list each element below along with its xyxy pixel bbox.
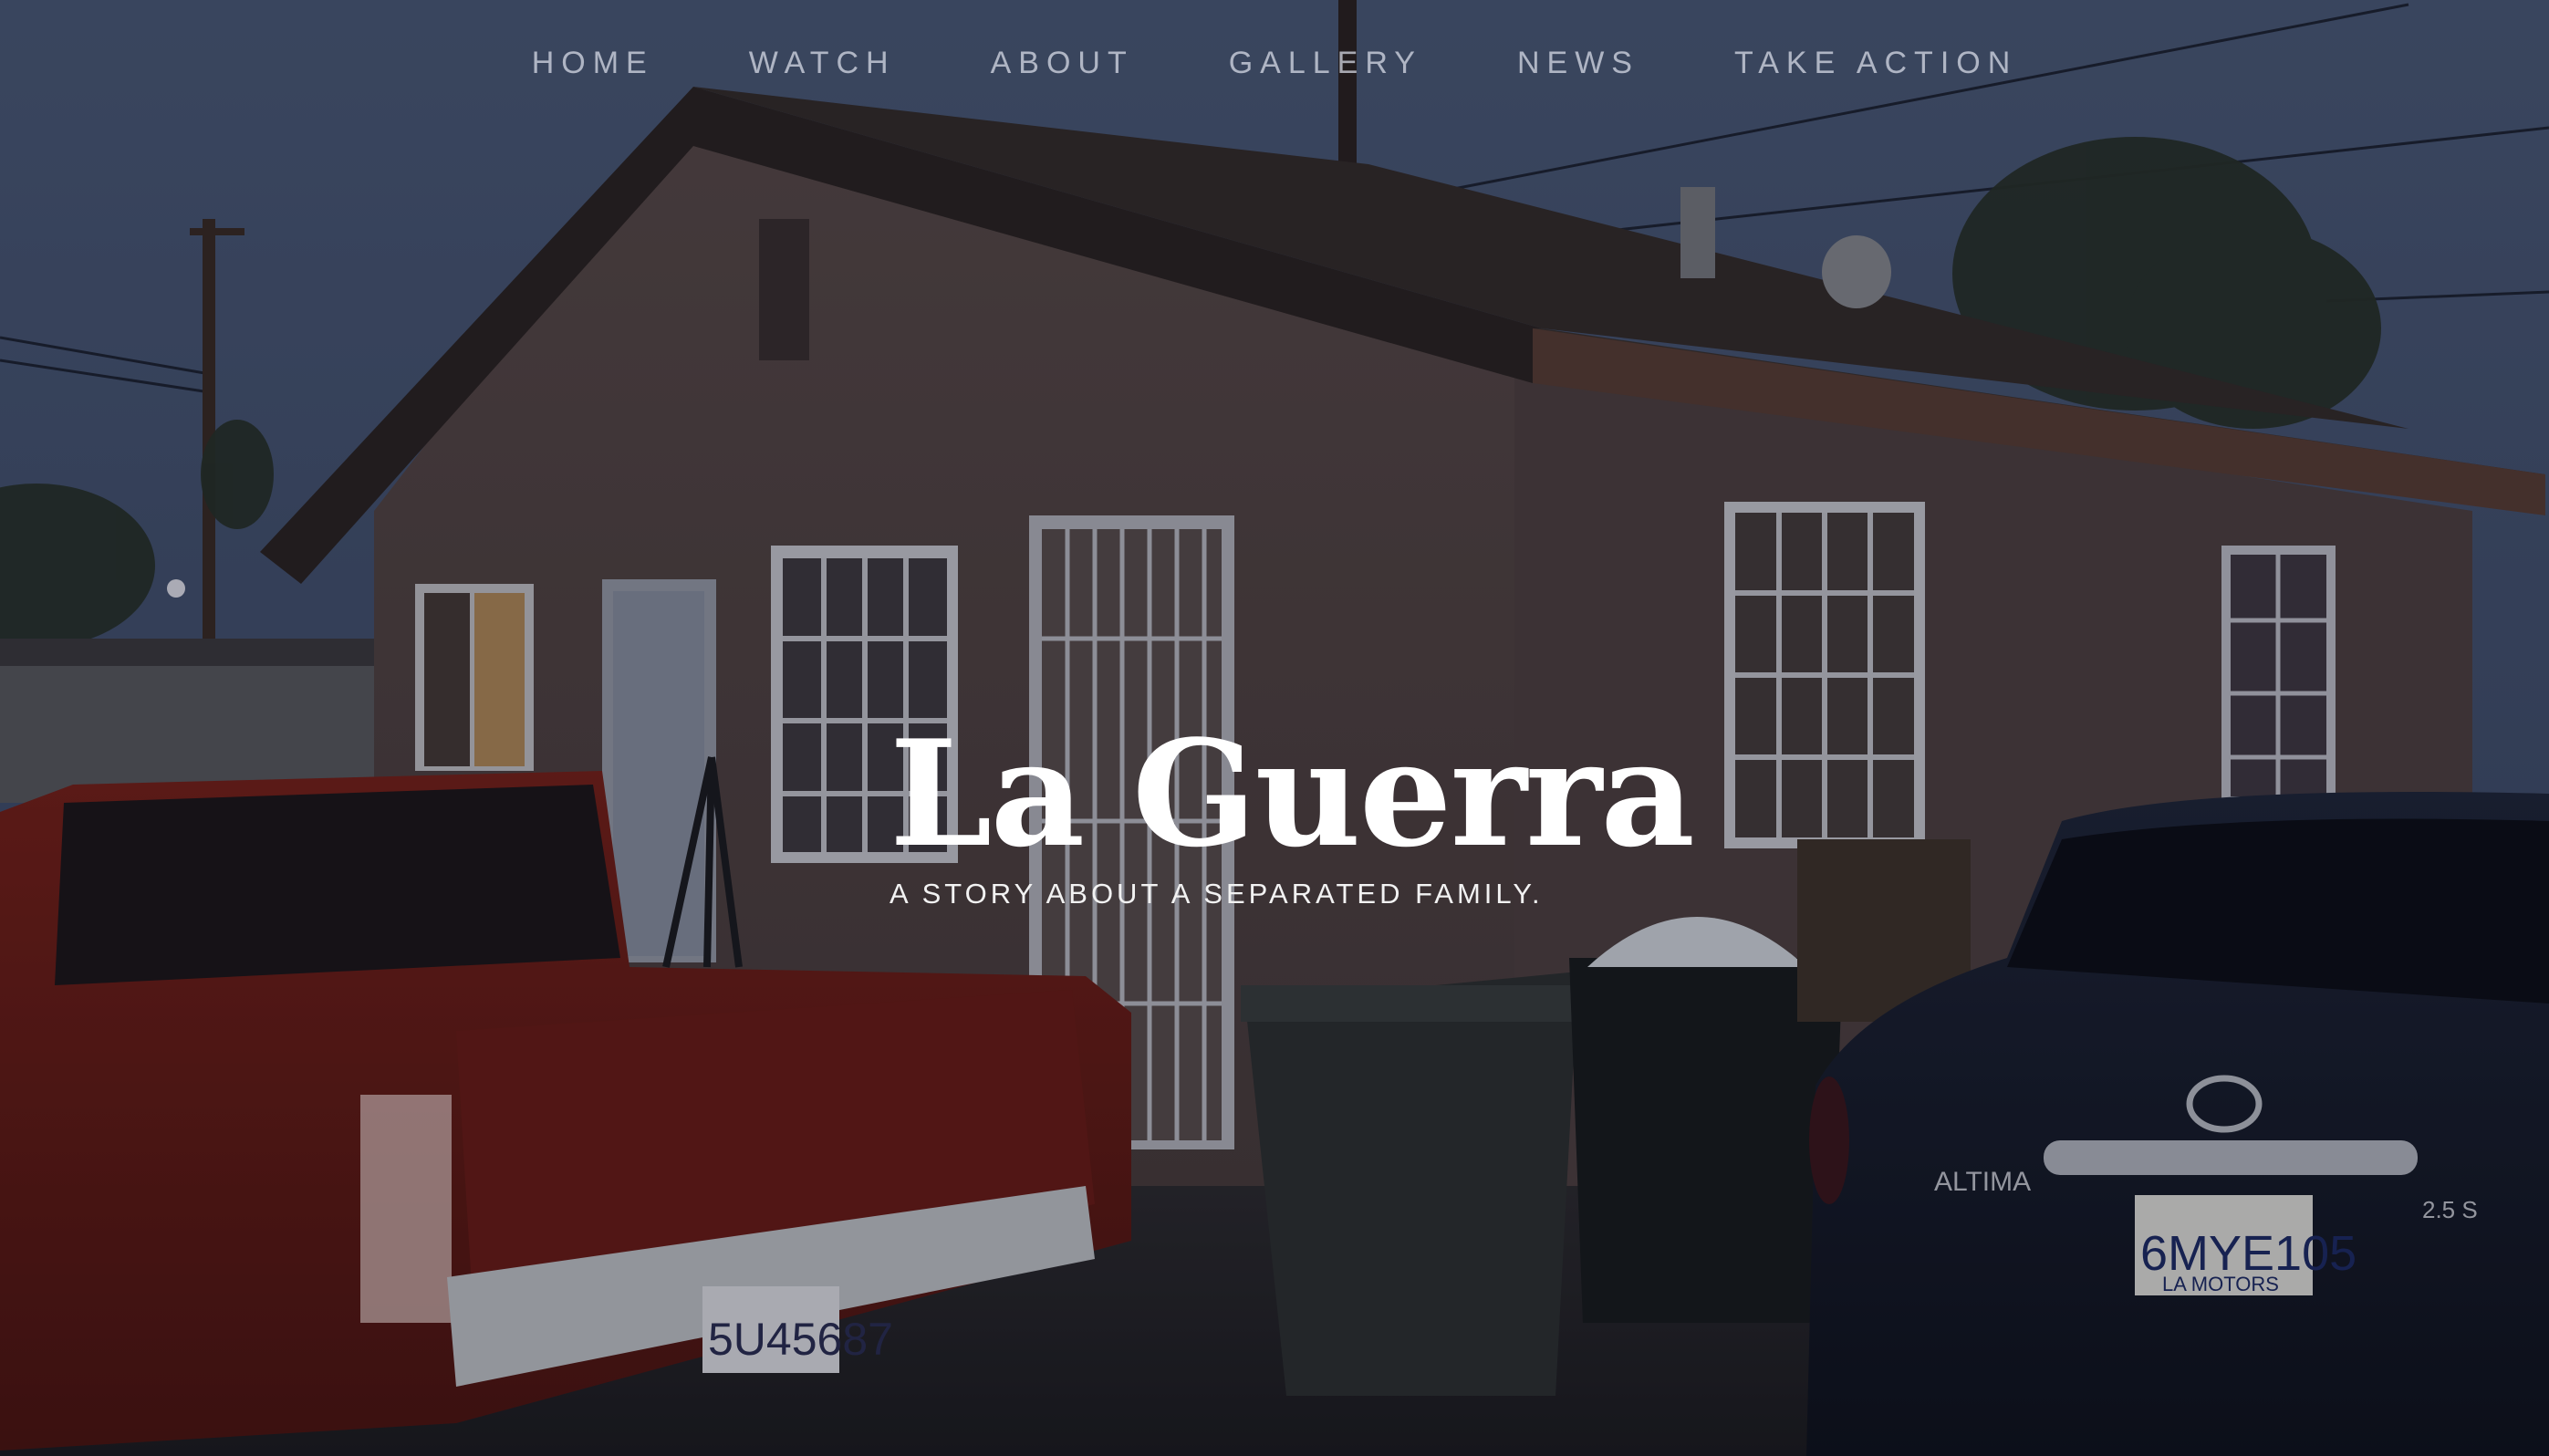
nav-gallery[interactable]: GALLERY [1229,46,1422,81]
hero-section: 5U45687 6MYE105 LA MOTORS ALTIMA 2.5 S H… [0,0,2549,1456]
nav-watch[interactable]: WATCH [749,46,896,81]
hero-title-block: La Guerra A STORY ABOUT A SEPARATED FAMI… [890,708,1695,910]
nav-take-action[interactable]: TAKE ACTION [1734,46,2017,81]
hero-title: La Guerra [890,708,1695,879]
nav-home[interactable]: HOME [532,46,654,81]
nav-about[interactable]: ABOUT [991,46,1134,81]
main-navigation: HOME WATCH ABOUT GALLERY NEWS TAKE ACTIO… [0,46,2549,81]
nav-news[interactable]: NEWS [1517,46,1639,81]
hero-subtitle: A STORY ABOUT A SEPARATED FAMILY. [890,878,1544,910]
